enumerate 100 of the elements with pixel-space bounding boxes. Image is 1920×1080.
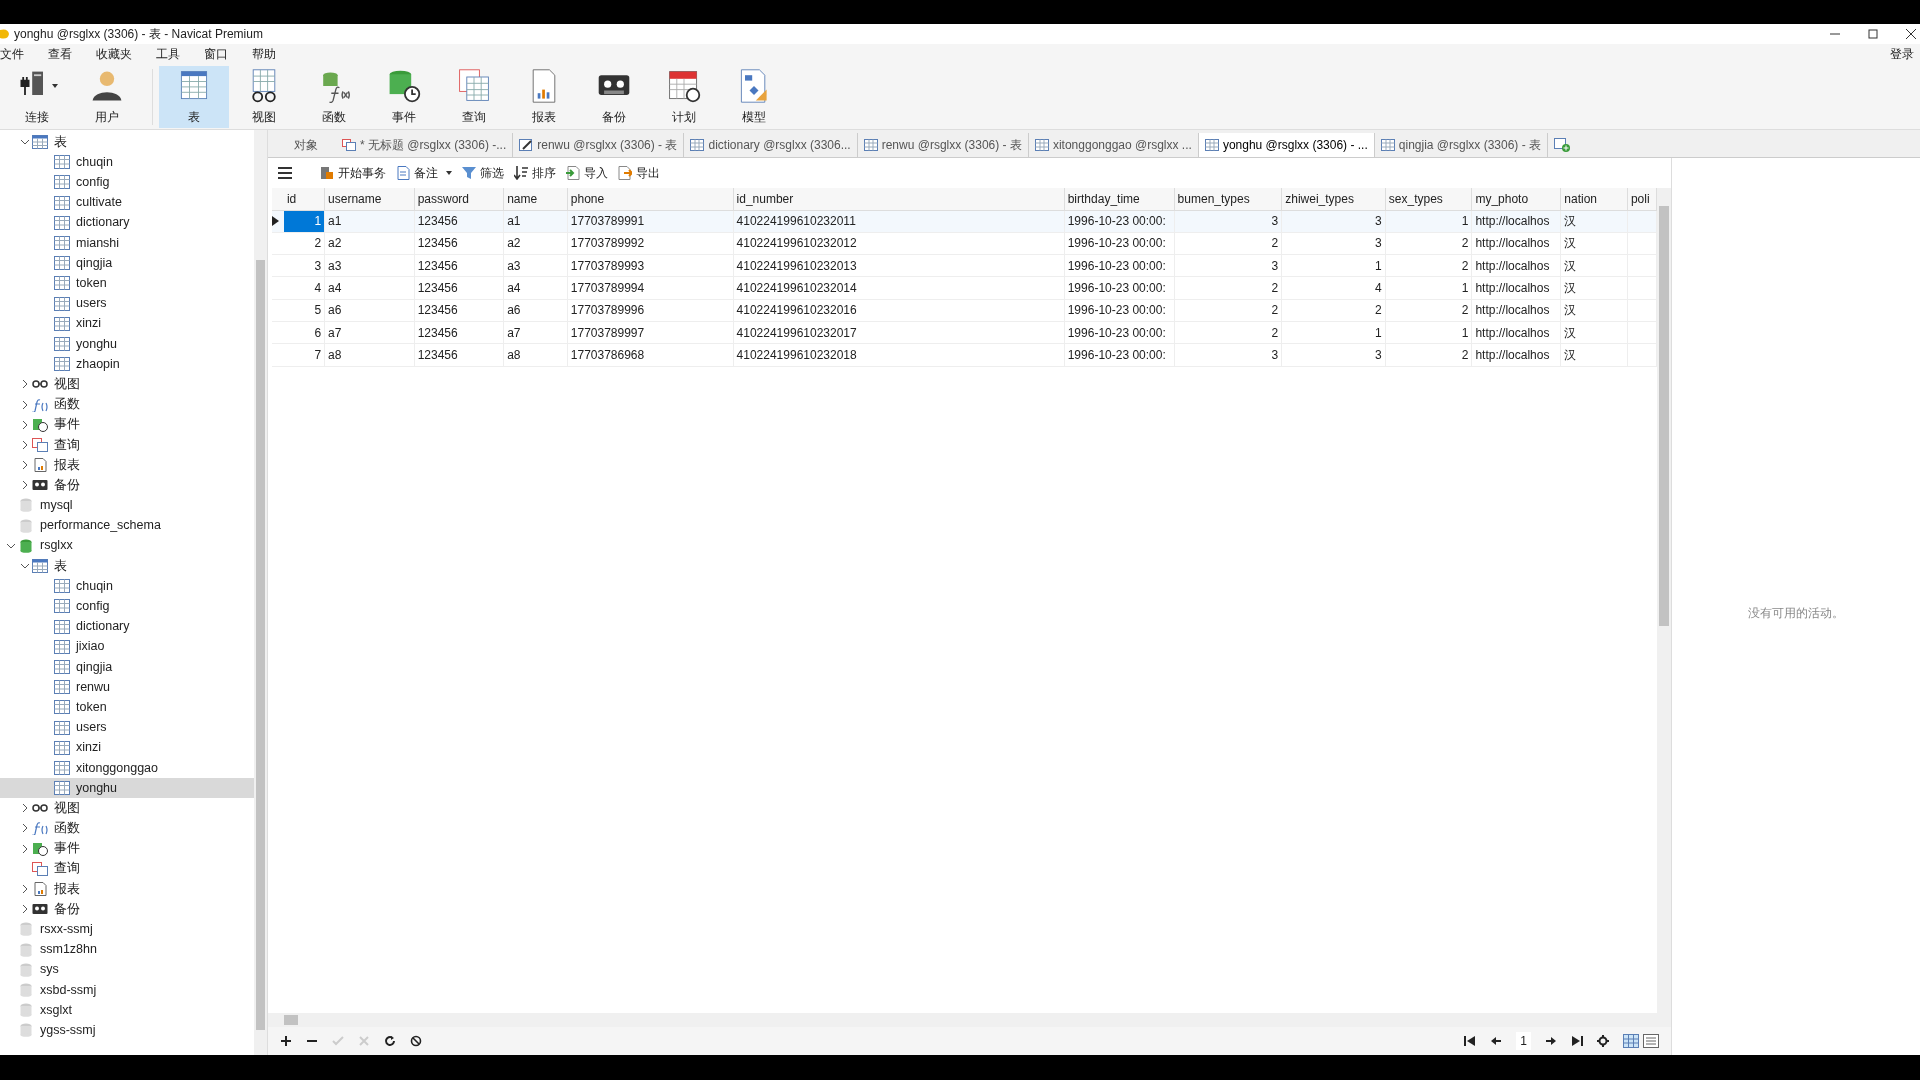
table-row[interactable]: 4 a4 123456 a4 17703789994 410224199610232014 1996-10-23 00:00: 2 4 1 http://localhos 汉 [272,276,1657,300]
toolbar-button[interactable]: 排序 [514,164,556,182]
horizontal-scrollbar[interactable] [268,1013,1657,1027]
chevron-icon[interactable] [21,481,29,490]
tree-item[interactable]: chuqin [0,576,255,597]
menu-item[interactable]: 查看 [36,45,84,63]
column-header[interactable]: username [324,188,415,210]
toolbar-button[interactable]: 备注 [396,164,452,182]
column-header[interactable]: nation [1560,188,1628,210]
toolbar-button[interactable]: 筛选 [462,164,504,182]
chevron-icon[interactable] [21,461,29,470]
tree-item[interactable]: 报表 [0,878,255,900]
tree-item[interactable]: xinzi [0,737,255,758]
tree-item[interactable]: token [0,697,255,718]
tree-item[interactable]: xsglxt [0,1000,255,1021]
next-page-icon[interactable] [1545,1035,1557,1047]
menu-icon[interactable] [278,167,292,179]
toolbar-button[interactable]: 事件 [369,65,439,128]
toolbar-button[interactable]: 模型 [719,65,789,128]
tree-item[interactable]: qingjia [0,656,255,678]
column-header[interactable]: phone [567,188,734,210]
chevron-icon[interactable] [21,440,29,449]
chevron-icon[interactable] [21,400,29,409]
toolbar-button[interactable]: 函数 [299,65,369,128]
toolbar-button[interactable]: 开始事务 [320,164,386,182]
table-row[interactable]: 2 a2 123456 a2 17703789992 410224199610232012 1996-10-23 00:00: 2 3 2 http://localhos 汉 [272,232,1657,255]
column-header[interactable]: sex_types [1385,188,1472,210]
tree-item[interactable]: yonghu [0,778,255,799]
tree-item[interactable]: 事件 [0,838,255,859]
chevron-icon[interactable] [21,138,29,147]
stop-icon[interactable] [410,1035,422,1047]
column-header[interactable]: password [414,188,504,210]
tree-item[interactable]: users [0,717,255,738]
table-row[interactable]: 6 a7 123456 a7 17703789997 410224199610232017 1996-10-23 00:00: 2 1 1 http://localhos 汉 [272,321,1657,344]
caret-icon[interactable] [52,83,58,88]
column-header[interactable]: zhiwei_types [1281,188,1386,210]
tree-item[interactable]: mysql [0,495,255,516]
vertical-scrollbar[interactable] [1657,188,1671,1027]
tree-item[interactable]: ssm1z8hn [0,939,255,960]
tree-item[interactable]: 视图 [0,798,255,819]
chevron-icon[interactable] [21,420,29,429]
grid-view-icon[interactable] [1623,1034,1639,1048]
column-header[interactable]: id_number [733,188,1065,210]
menu-item[interactable]: 帮助 [240,45,288,63]
tree-item[interactable]: 函数 [0,818,255,839]
close-icon[interactable] [1906,29,1916,39]
chevron-icon[interactable] [21,905,29,914]
chevron-icon[interactable] [21,380,29,389]
scrollbar[interactable] [254,130,267,1055]
table-row[interactable]: 1 a1 123456 a1 17703789991 410224199610232011 1996-10-23 00:00: 3 3 1 http://localhos 汉 [272,210,1657,233]
tree-item[interactable]: chuqin [0,152,255,173]
table-row[interactable]: 7 a8 123456 a8 17703786968 410224199610232018 1996-10-23 00:00: 3 3 2 http://localhos 汉 [272,343,1657,367]
previous-page-icon[interactable] [1490,1035,1503,1047]
tree-item[interactable]: xsbd-ssmj [0,979,255,1001]
column-header[interactable]: id [283,188,325,210]
tree-item[interactable]: jixiao [0,636,255,657]
chevron-icon[interactable] [21,562,29,571]
tree-item[interactable]: config [0,596,255,617]
login-link[interactable]: 登录 [1890,45,1914,63]
toolbar-button[interactable]: 表 [159,65,229,128]
tree-item[interactable]: 表 [0,555,255,577]
maximize-icon[interactable] [1868,29,1878,39]
table-row[interactable]: 5 a6 123456 a6 17703789996 410224199610232016 1996-10-23 00:00: 2 2 2 http://localhos 汉 [272,299,1657,322]
tree-item[interactable]: 备份 [0,899,255,920]
menu-item[interactable]: 窗口 [192,45,240,63]
tree-item[interactable]: 表 [0,132,255,153]
tree-item[interactable]: token [0,273,255,294]
tree-item[interactable]: cultivate [0,192,255,213]
last-page-icon[interactable] [1571,1035,1583,1047]
tree-item[interactable]: qingjia [0,253,255,274]
toolbar-button[interactable]: 连接 [2,65,72,128]
settings-icon[interactable] [1597,1035,1609,1047]
chevron-icon[interactable] [21,804,29,813]
tree-item[interactable]: users [0,293,255,314]
chevron-icon[interactable] [21,824,29,833]
toolbar-button[interactable]: 报表 [509,65,579,128]
menu-item[interactable]: 文件 [0,45,36,63]
toolbar-button[interactable]: 导入 [566,164,608,182]
chevron-icon[interactable] [7,541,15,550]
tree-item[interactable]: config [0,172,255,193]
tree-item[interactable]: dictionary [0,212,255,233]
tree-item[interactable]: dictionary [0,616,255,637]
tree-item[interactable]: sys [0,959,255,980]
tree-item[interactable]: yonghu [0,333,255,355]
tree-item[interactable]: performance_schema [0,515,255,536]
toolbar-button[interactable]: 查询 [439,65,509,128]
chevron-icon[interactable] [21,844,29,853]
toolbar-button[interactable]: 视图 [229,65,299,128]
tree-item[interactable]: zhaopin [0,354,255,375]
tree-item[interactable]: 查询 [0,858,255,879]
toolbar-button[interactable]: 计划 [649,65,719,128]
tree-item[interactable]: 报表 [0,455,255,476]
tree-item[interactable]: 事件 [0,414,255,435]
column-header[interactable]: poli [1627,188,1657,210]
column-header[interactable]: birthday_time [1064,188,1175,210]
tree-item[interactable]: 视图 [0,374,255,395]
tree-item[interactable]: ygss-ssmj [0,1020,255,1041]
add-icon[interactable] [280,1035,292,1047]
toolbar-button[interactable]: 备份 [579,65,649,128]
toolbar-button[interactable]: 导出 [618,164,660,182]
